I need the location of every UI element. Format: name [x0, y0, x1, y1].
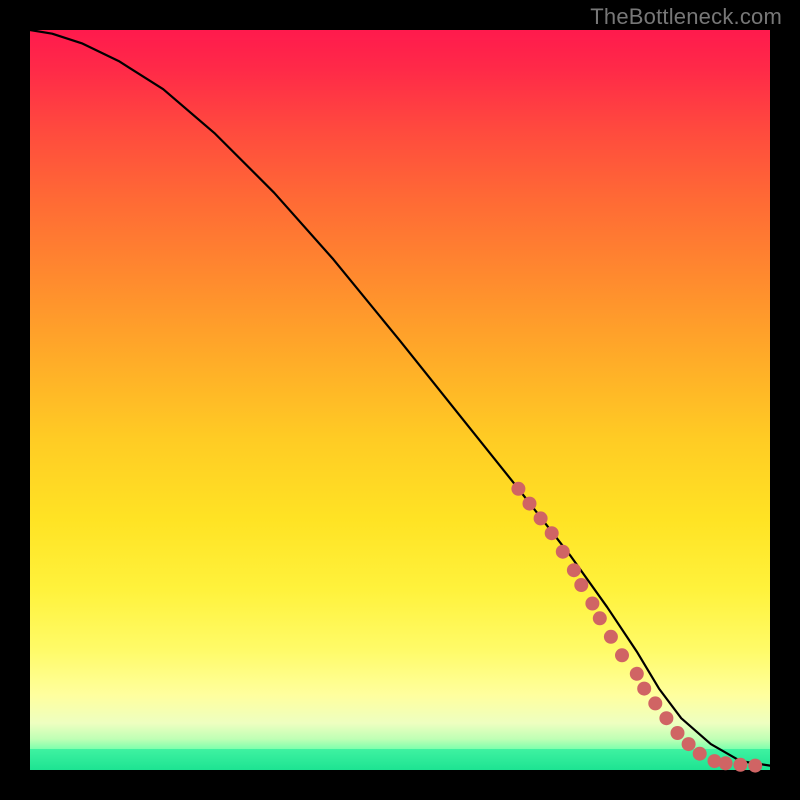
- chart-stage: TheBottleneck.com: [0, 0, 800, 800]
- data-point: [648, 696, 662, 710]
- data-point: [659, 711, 673, 725]
- highlight-dots: [511, 482, 762, 773]
- data-point: [682, 737, 696, 751]
- data-point: [534, 511, 548, 525]
- data-point: [719, 756, 733, 770]
- data-point: [671, 726, 685, 740]
- data-point: [574, 578, 588, 592]
- data-point: [585, 597, 599, 611]
- data-point: [733, 758, 747, 772]
- data-point: [693, 747, 707, 761]
- data-point: [637, 682, 651, 696]
- data-point: [545, 526, 559, 540]
- plot-area: [30, 30, 770, 770]
- data-point: [567, 563, 581, 577]
- chart-overlay: [30, 30, 770, 770]
- data-point: [630, 667, 644, 681]
- data-point: [511, 482, 525, 496]
- watermark-label: TheBottleneck.com: [590, 4, 782, 30]
- data-point: [604, 630, 618, 644]
- data-point: [615, 648, 629, 662]
- data-point: [748, 759, 762, 773]
- bottleneck-curve: [30, 30, 770, 766]
- data-point: [593, 611, 607, 625]
- data-point: [556, 545, 570, 559]
- data-point: [523, 497, 537, 511]
